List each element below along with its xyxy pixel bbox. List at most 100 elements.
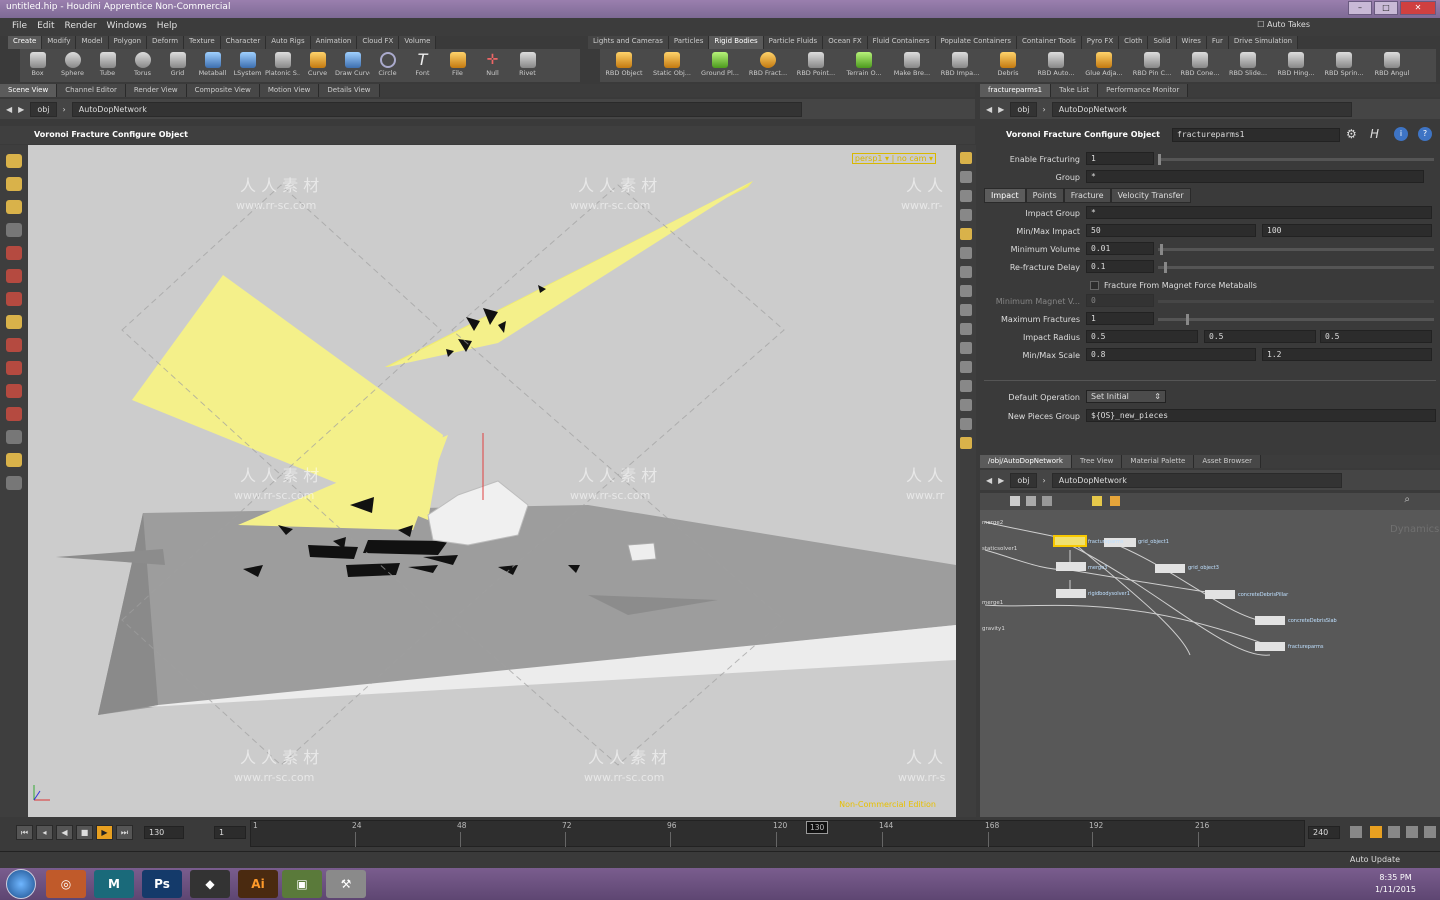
path-node[interactable]: AutoDopNetwork (1051, 472, 1342, 488)
prim-snap-icon[interactable] (6, 361, 22, 375)
shelf-tab[interactable]: Fluid Containers (868, 36, 936, 49)
tool-rivet[interactable]: Rivet (510, 49, 545, 82)
tool-grid[interactable]: Grid (160, 49, 195, 82)
start-frame-field[interactable]: 1 (214, 826, 246, 839)
uv-icon[interactable] (960, 285, 972, 297)
edge-icon[interactable] (960, 304, 972, 316)
taskbar-app-ai[interactable]: Ai (238, 870, 278, 898)
maximize-button[interactable]: □ (1374, 1, 1398, 15)
group-field[interactable]: * (1086, 170, 1424, 183)
min-impact-field[interactable]: 50 (1086, 224, 1256, 237)
display-icon[interactable] (960, 152, 972, 164)
edge-snap-icon[interactable] (6, 407, 22, 421)
tool-circle[interactable]: Circle (370, 49, 405, 82)
shelf-tab[interactable]: Character (221, 36, 267, 49)
tool-box[interactable]: Box (20, 49, 55, 82)
taskbar-app-maya[interactable]: M (94, 870, 134, 898)
menu-render[interactable]: Render (65, 21, 97, 33)
network-editor[interactable]: merge2 staticsolver1 merge1 gravity1 fra… (980, 510, 1440, 817)
tab-network-path[interactable]: /obj/AutoDopNetwork (980, 455, 1072, 468)
audio-icon[interactable] (1388, 826, 1400, 838)
impact-radius-x[interactable]: 0.5 (1086, 330, 1198, 343)
impact-group-field[interactable]: * (1086, 206, 1432, 219)
tab-channel-editor[interactable]: Channel Editor (57, 84, 126, 97)
shelf-tab[interactable]: Model (76, 36, 109, 49)
ghost-icon[interactable] (960, 228, 972, 240)
point-snap-icon[interactable] (6, 384, 22, 398)
handle-icon[interactable] (6, 200, 22, 214)
close-button[interactable]: ✕ (1400, 1, 1436, 15)
tab-asset-browser[interactable]: Asset Browser (1194, 455, 1262, 468)
magnet-checkbox[interactable] (1090, 281, 1099, 290)
minimum-volume-slider[interactable] (1158, 244, 1434, 255)
refracture-delay-field[interactable]: 0.1 (1086, 260, 1154, 273)
tab-points[interactable]: Points (1025, 188, 1064, 203)
shelf-tab[interactable]: Cloth (1119, 36, 1149, 49)
refracture-delay-slider[interactable] (1158, 262, 1434, 273)
path-root[interactable]: obj (30, 101, 57, 117)
step-back-button[interactable]: ◂ (36, 825, 53, 840)
shelf-tab[interactable]: Populate Containers (936, 36, 1018, 49)
tab-impact[interactable]: Impact (984, 188, 1026, 203)
forward-arrow-icon[interactable]: ▶ (998, 105, 1004, 114)
layout-icon[interactable] (1010, 496, 1020, 506)
keys-icon[interactable] (1350, 826, 1362, 838)
tab-fractureparms1[interactable]: fractureparms1 (980, 84, 1052, 97)
shelf-tab[interactable]: Ocean FX (823, 36, 868, 49)
shelf-tab[interactable]: Lights and Cameras (588, 36, 669, 49)
path-root[interactable]: obj (1010, 101, 1037, 117)
tool-rbd-auto[interactable]: RBD Auto... (1032, 49, 1080, 82)
sound-icon[interactable] (1406, 826, 1418, 838)
gear-icon[interactable]: ⚙ (1346, 127, 1357, 141)
tab-motion-view[interactable]: Motion View (259, 84, 320, 97)
note-icon[interactable] (1092, 496, 1102, 506)
play-reverse-button[interactable]: ◀ (56, 825, 73, 840)
grid-toggle-icon[interactable] (960, 418, 972, 430)
max-scale-field[interactable]: 1.2 (1262, 348, 1432, 361)
auto-takes-toggle[interactable]: ☐ Auto Takes (1257, 20, 1310, 29)
snapshot-icon[interactable] (960, 437, 972, 449)
tool-rbd-fracture[interactable]: RBD Fract... (744, 49, 792, 82)
tool-rbd-object[interactable]: RBD Object (600, 49, 648, 82)
auto-update-menu[interactable]: Auto Update (1350, 855, 1400, 864)
point-icon[interactable] (960, 247, 972, 259)
taskbar-app-folder[interactable]: ▣ (282, 870, 322, 898)
question-icon[interactable]: ? (1418, 127, 1432, 141)
tool-static-object[interactable]: Static Obj... (648, 49, 696, 82)
tab-velocity-transfer[interactable]: Velocity Transfer (1110, 188, 1191, 203)
vertex-icon[interactable] (960, 342, 972, 354)
back-arrow-icon[interactable]: ◀ (986, 476, 992, 485)
back-arrow-icon[interactable]: ◀ (6, 105, 12, 114)
menu-help[interactable]: Help (157, 21, 178, 33)
tab-material-palette[interactable]: Material Palette (1122, 455, 1195, 468)
end-frame-field[interactable]: 240 (1308, 826, 1340, 839)
default-operation-select[interactable]: Set Initial ⇕ (1086, 390, 1166, 403)
tool-rbd-impact[interactable]: RBD Impa... (936, 49, 984, 82)
pose-icon[interactable] (6, 223, 22, 237)
tool-rbd-angular[interactable]: RBD Angul (1368, 49, 1416, 82)
shelf-tab[interactable]: Rigid Bodies (709, 36, 764, 49)
magnet-icon[interactable] (6, 246, 22, 260)
normal-icon[interactable] (960, 266, 972, 278)
snap-icon[interactable] (6, 292, 22, 306)
stop-button[interactable]: ■ (76, 825, 93, 840)
shelf-tab[interactable]: Polygon (109, 36, 148, 49)
system-clock[interactable]: 8:35 PM 1/11/2015 (1375, 872, 1416, 896)
folder-icon[interactable] (1110, 496, 1120, 506)
shelf-tab[interactable]: Container Tools (1017, 36, 1082, 49)
tool-file[interactable]: File (440, 49, 475, 82)
min-magnet-slider[interactable] (1158, 300, 1434, 303)
impact-radius-y[interactable]: 0.5 (1204, 330, 1316, 343)
tool-rbd-point[interactable]: RBD Point... (792, 49, 840, 82)
select-icon[interactable] (6, 154, 22, 168)
shelf-tab[interactable]: Drive Simulation (1229, 36, 1299, 49)
min-scale-field[interactable]: 0.8 (1086, 348, 1256, 361)
tool-platonic[interactable]: Platonic S... (265, 49, 300, 82)
tool-font[interactable]: T Font (405, 49, 440, 82)
list-icon[interactable] (1026, 496, 1036, 506)
tab-composite-view[interactable]: Composite View (186, 84, 260, 97)
move-icon[interactable] (6, 177, 22, 191)
tool-rbd-pin[interactable]: RBD Pin C... (1128, 49, 1176, 82)
tool-glue-adjacent[interactable]: Glue Adja... (1080, 49, 1128, 82)
timeline-ruler[interactable]: 1 24 48 72 96 120 144 168 192 216 130 (250, 820, 1305, 847)
